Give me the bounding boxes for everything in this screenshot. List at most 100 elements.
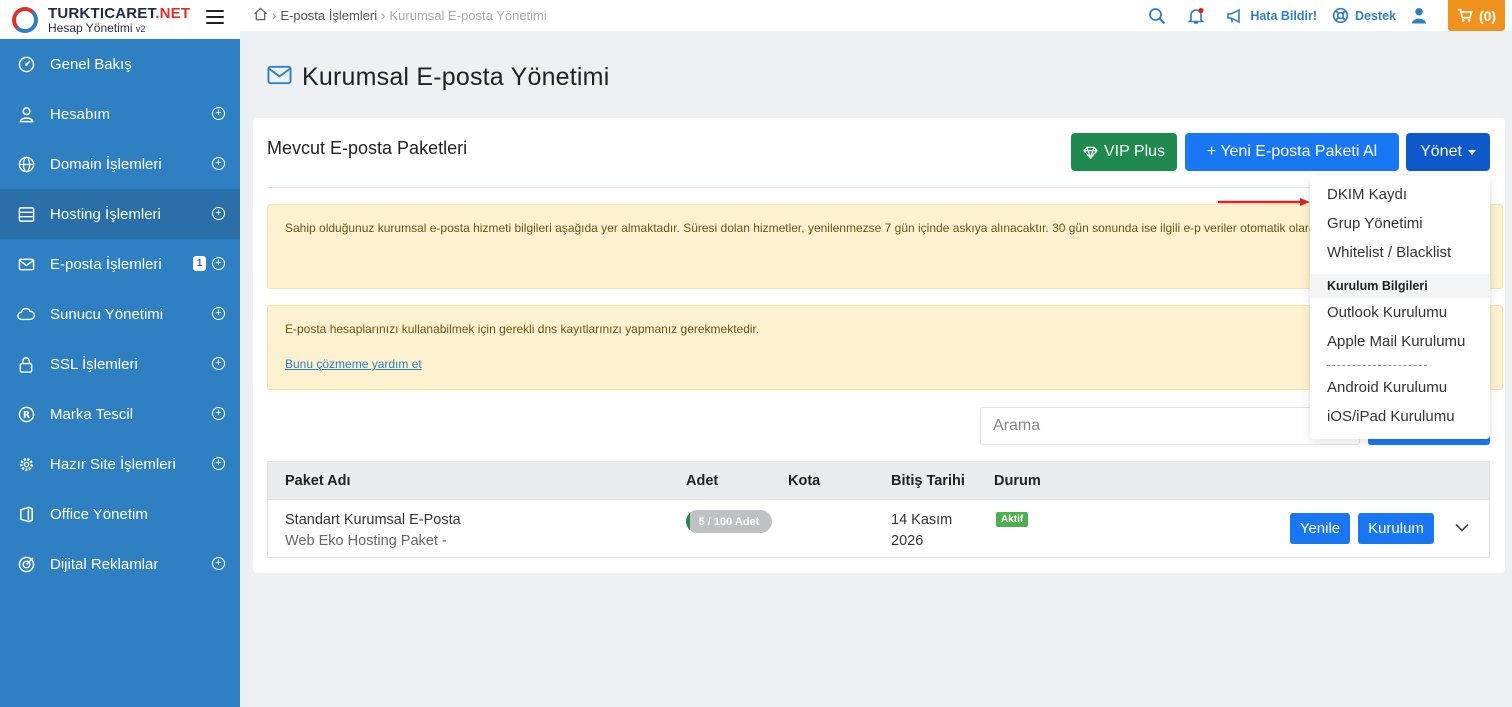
menu-section-header: Kurulum Bilgileri (1310, 274, 1490, 298)
sidebar-item-hazir-site[interactable]: Hazır Site İşlemleri + (0, 439, 240, 489)
cart-button[interactable]: (0) (1448, 0, 1505, 31)
info-alert-text: Sahip olduğunuz kurumsal e-posta hizmeti… (285, 221, 1384, 235)
svg-text:R: R (22, 410, 30, 421)
cloud-icon (17, 305, 35, 323)
status-badge: Aktif (996, 512, 1029, 527)
user-icon (17, 105, 35, 123)
end-date-cell: 14 Kasım 2026 (891, 510, 952, 552)
sidebar-item-label: Dijital Reklamlar (50, 555, 159, 573)
chevron-down-icon[interactable] (1455, 520, 1469, 536)
expand-plus-icon: + (212, 307, 225, 320)
sidebar-item-label: Hazır Site İşlemleri (50, 455, 176, 473)
setup-button[interactable]: Kurulum (1358, 513, 1434, 544)
end-date-line2: 2026 (891, 533, 924, 550)
brand-name-tld: NET (159, 4, 191, 22)
menu-item-android-setup[interactable]: Android Kurulumu (1327, 379, 1447, 396)
brand-version: v2 (135, 23, 146, 34)
report-bug-label: Hata Bildir! (1250, 8, 1317, 23)
bell-icon[interactable] (1187, 7, 1211, 25)
expand-plus-icon: + (212, 357, 225, 370)
caret-down-icon (1467, 149, 1476, 155)
menu-item-apple-mail-setup[interactable]: Apple Mail Kurulumu (1327, 333, 1465, 350)
divider (267, 187, 1327, 188)
sidebar-item-label: Sunucu Yönetimi (50, 305, 164, 323)
gear-icon (17, 455, 35, 473)
breadcrumb-current: Kurumsal E-posta Yönetimi (389, 8, 547, 23)
breadcrumb-separator: › (272, 8, 277, 23)
expand-plus-icon: + (212, 557, 225, 570)
report-bug-button[interactable]: Hata Bildir! (1226, 8, 1317, 24)
brand-name: TURKTICARET.NET Hesap Yönetimi v2 (48, 6, 190, 34)
diamond-icon (1083, 146, 1098, 159)
sidebar-item-genel-bakis[interactable]: Genel Bakış (0, 39, 240, 89)
manage-label: Yönet (1420, 143, 1462, 160)
search-icon[interactable] (1148, 7, 1172, 25)
sidebar-item-sunucu[interactable]: Sunucu Yönetimi + (0, 289, 240, 339)
sidebar-item-office[interactable]: Office Yönetim (0, 489, 240, 539)
menu-item-group-management[interactable]: Grup Yönetimi (1327, 215, 1423, 232)
office-icon (17, 505, 35, 523)
card-title: Mevcut E-posta Paketleri (267, 138, 468, 158)
col-header-end-date: Bitiş Tarihi (891, 473, 965, 489)
renew-button[interactable]: Yenile (1290, 513, 1350, 544)
mail-icon (267, 65, 292, 90)
globe-icon (17, 155, 35, 173)
new-package-label: + Yeni E-posta Paketi Al (1206, 143, 1378, 160)
lock-icon (17, 355, 35, 373)
usage-progress: 5 / 100 Adet (686, 510, 772, 533)
home-icon[interactable] (253, 7, 268, 24)
brand-logo (12, 6, 38, 33)
menu-divider (1327, 365, 1427, 366)
breadcrumb-separator: › (381, 8, 386, 23)
brand-name-main: TURKTICARET (48, 4, 156, 22)
usage-progress-fill (686, 510, 691, 533)
expand-plus-icon: + (212, 157, 225, 170)
red-arrow-annotation (1218, 193, 1310, 211)
breadcrumb: › E-posta İşlemleri › Kurumsal E-posta Y… (253, 7, 547, 24)
col-header-count: Adet (686, 473, 719, 489)
sidebar-item-domain[interactable]: Domain İşlemleri + (0, 139, 240, 189)
expand-plus-icon: + (212, 207, 225, 220)
support-label: Destek (1355, 8, 1396, 23)
manage-dropdown-menu: DKIM Kaydı Grup Yönetimi Whitelist / Bla… (1310, 176, 1490, 439)
manage-dropdown-button[interactable]: Yönet (1406, 133, 1490, 171)
sidebar-item-marka[interactable]: R Marka Tescil + (0, 389, 240, 439)
package-subname: Web Eko Hosting Paket - (285, 533, 447, 550)
sidebar-item-hosting[interactable]: Hosting İşlemleri + (0, 189, 240, 239)
brand[interactable]: TURKTICARET.NET Hesap Yönetimi v2 (0, 0, 240, 39)
cart-icon (1457, 8, 1473, 22)
target-icon (17, 555, 35, 573)
expand-plus-icon: + (212, 107, 225, 120)
breadcrumb-item[interactable]: E-posta İşlemleri (280, 8, 377, 23)
menu-item-whitelist-blacklist[interactable]: Whitelist / Blacklist (1327, 244, 1451, 261)
sidebar-item-hesabim[interactable]: Hesabım + (0, 89, 240, 139)
col-header-name: Paket Adı (285, 473, 351, 489)
account-user-icon[interactable] (1411, 7, 1433, 24)
sidebar-item-label: Office Yönetim (50, 505, 148, 523)
menu-item-dkim[interactable]: DKIM Kaydı (1327, 186, 1407, 203)
brand-subtitle: Hesap Yönetimi (48, 20, 133, 35)
support-button[interactable]: Destek (1332, 7, 1396, 24)
new-package-button[interactable]: + Yeni E-posta Paketi Al (1185, 133, 1399, 171)
end-date-line1: 14 Kasım (891, 512, 953, 528)
notification-badge: 1 (193, 256, 206, 271)
vip-plus-button[interactable]: VIP Plus (1071, 133, 1177, 171)
sidebar-item-label: SSL İşlemleri (50, 355, 138, 373)
sidebar-item-label: Hesabım (50, 105, 111, 123)
col-header-quota: Kota (788, 473, 821, 489)
topbar-actions: Hata Bildir! Destek (0) (1148, 0, 1512, 31)
search-input[interactable]: Arama (980, 407, 1360, 445)
menu-item-outlook-setup[interactable]: Outlook Kurulumu (1327, 304, 1447, 321)
sidebar-item-label: Hosting İşlemleri (50, 205, 161, 223)
sidebar-item-dijital-reklam[interactable]: Dijital Reklamlar + (0, 539, 240, 589)
cart-count: (0) (1478, 7, 1497, 24)
sidebar-item-ssl[interactable]: SSL İşlemleri + (0, 339, 240, 389)
hamburger-menu-icon[interactable] (206, 8, 224, 26)
menu-item-ios-setup[interactable]: iOS/iPad Kurulumu (1327, 408, 1455, 425)
help-link[interactable]: Bunu çözmeme yardım et (285, 355, 1485, 374)
vip-plus-label: VIP Plus (1103, 143, 1166, 160)
expand-plus-icon: + (212, 257, 225, 270)
server-icon (17, 205, 35, 223)
sidebar-item-eposta[interactable]: E-posta İşlemleri 1 + (0, 239, 240, 289)
megaphone-icon (1227, 8, 1241, 23)
